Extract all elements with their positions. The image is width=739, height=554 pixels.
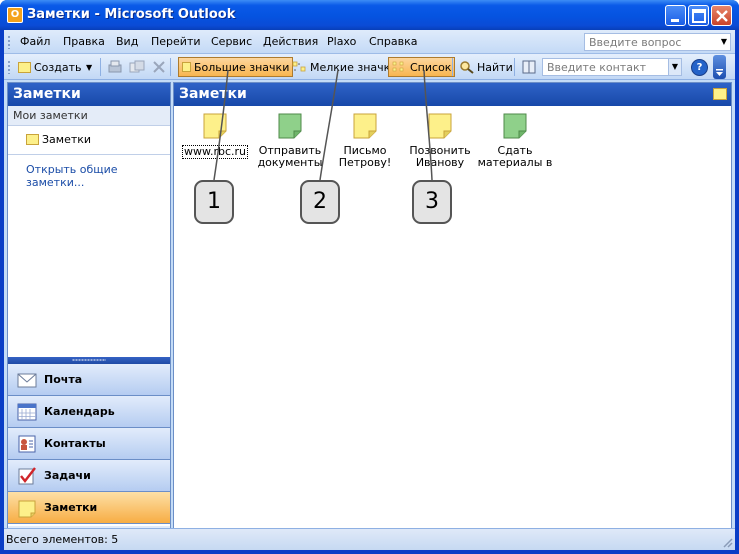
callout-1: 1 <box>194 180 234 224</box>
callout-3: 3 <box>412 180 452 224</box>
callout-2: 2 <box>300 180 340 224</box>
callout-pointers <box>213 69 433 181</box>
